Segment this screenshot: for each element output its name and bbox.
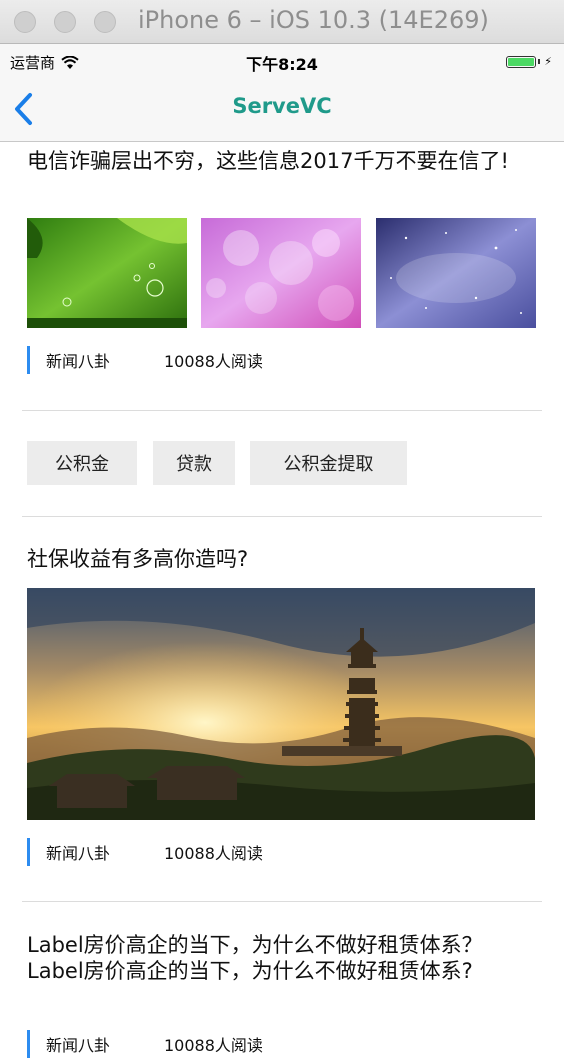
divider [22,901,542,902]
article-hero-image-pagoda [27,588,535,820]
status-bar: 运营商 下午8:24 ⚡ [0,44,564,78]
article-read-count: 10088人阅读 [164,1036,263,1055]
article-read-count: 10088人阅读 [164,844,263,863]
divider [22,516,542,517]
article-meta: 新闻八卦 10088人阅读 [27,1030,263,1058]
article-category: 新闻八卦 [46,352,111,371]
navigation-bar: ServeVC [0,78,564,142]
article-thumbnail-leaf [27,218,187,328]
article-thumbnail-bokeh [201,218,361,328]
tag-chip-fund-withdrawal[interactable]: 公积金提取 [250,441,407,485]
divider [22,410,542,411]
charging-icon: ⚡ [544,55,552,68]
tag-chip-loan[interactable]: 贷款 [153,441,235,485]
window-minimize-button[interactable] [54,11,76,33]
article-read-count: 10088人阅读 [164,352,263,371]
article-category: 新闻八卦 [46,844,111,863]
window-title: iPhone 6 – iOS 10.3 (14E269) [138,6,489,34]
article-title: 电信诈骗层出不穷，这些信息2017千万不要在信了! [27,149,509,173]
article-thumbnail-galaxy [376,218,536,328]
category-accent-bar [27,838,30,866]
article-meta: 新闻八卦 10088人阅读 [27,346,263,374]
battery-icon: ⚡ [506,55,552,68]
window-zoom-button[interactable] [94,11,116,33]
article-category: 新闻八卦 [46,1036,111,1055]
article-title: Label房价高企的当下，为什么不做好租赁体系？Label房价高企的当下，为什么… [27,933,483,983]
article-title: 社保收益有多高你造吗? [27,547,249,571]
category-accent-bar [27,1030,30,1058]
window-close-button[interactable] [14,11,36,33]
tag-chip-housing-fund[interactable]: 公积金 [27,441,137,485]
status-time: 下午8:24 [246,55,318,74]
simulator-titlebar: iPhone 6 – iOS 10.3 (14E269) [0,0,564,44]
category-accent-bar [27,346,30,374]
article-meta: 新闻八卦 10088人阅读 [27,838,263,866]
nav-title: ServeVC [232,94,332,118]
